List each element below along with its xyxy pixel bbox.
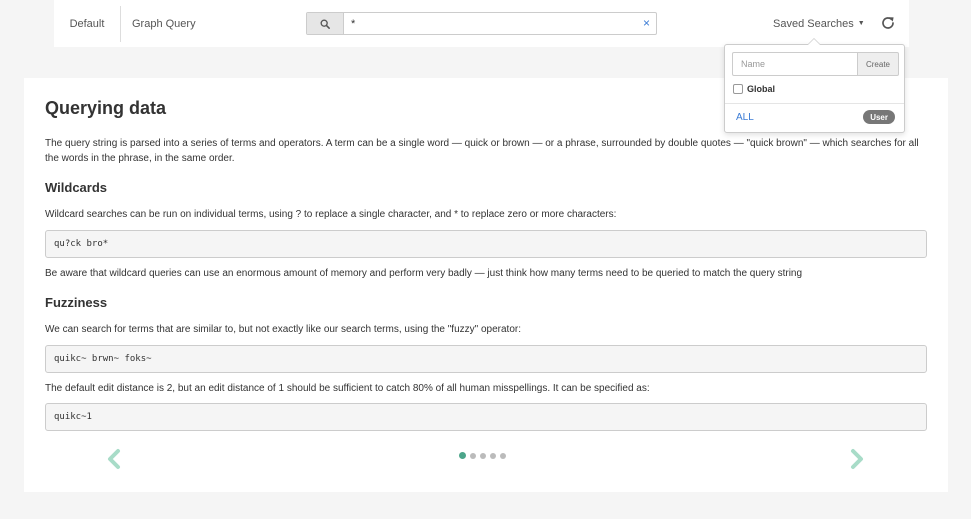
tab-graph-query-label: Graph Query xyxy=(132,17,196,30)
intro-paragraph: The query string is parsed into a series… xyxy=(45,138,919,164)
saved-searches-dropdown: Create Global ALL User xyxy=(724,38,905,133)
fuzziness-heading: Fuzziness xyxy=(45,295,108,310)
fuzziness-code-block-2: quikc~1 xyxy=(45,403,927,431)
dropdown-divider xyxy=(725,103,904,104)
tab-default-label: Default xyxy=(69,17,105,30)
search-button[interactable] xyxy=(307,13,344,34)
wildcards-note: Be aware that wildcard queries can use a… xyxy=(45,268,803,279)
carousel-dot[interactable] xyxy=(500,452,506,459)
saved-searches-label: Saved Searches xyxy=(773,17,854,30)
caret-down-icon: ▼ xyxy=(857,20,865,27)
wildcards-code-block: qu?ck bro* xyxy=(45,230,927,258)
chevron-right-icon[interactable] xyxy=(847,448,867,470)
fuzziness-code-block: quikc~ brwn~ foks~ xyxy=(45,345,927,373)
chevron-left-icon[interactable] xyxy=(104,448,124,470)
dropdown-arrow xyxy=(807,38,821,45)
page-title: Querying data xyxy=(45,98,167,118)
refresh-icon[interactable] xyxy=(880,15,896,31)
search-icon xyxy=(320,19,330,29)
wildcards-text: Wildcard searches can be run on individu… xyxy=(45,209,617,220)
fuzziness-code: quikc~ brwn~ foks~ xyxy=(54,354,152,364)
carousel-dot[interactable] xyxy=(480,452,486,459)
help-card: Querying data The query string is parsed… xyxy=(24,78,948,492)
fuzziness-text: We can search for terms that are similar… xyxy=(45,324,522,335)
search-bar: × xyxy=(306,12,657,35)
saved-search-name-input[interactable] xyxy=(732,52,858,76)
wildcards-heading: Wildcards xyxy=(45,180,108,195)
create-button[interactable]: Create xyxy=(857,52,899,76)
fuzziness-code-2: quikc~1 xyxy=(54,412,92,422)
global-checkbox[interactable] xyxy=(733,84,743,94)
global-label: Global xyxy=(747,84,776,94)
global-option[interactable]: Global xyxy=(733,84,775,94)
user-filter-badge[interactable]: User xyxy=(863,110,895,124)
tab-divider xyxy=(120,6,121,42)
top-bar: Default Graph Query × Saved Searches ▼ xyxy=(54,0,909,47)
tab-graph-query[interactable]: Graph Query xyxy=(132,0,196,47)
carousel-dot[interactable] xyxy=(490,452,496,459)
fuzziness-note: The default edit distance is 2, but an e… xyxy=(45,383,650,394)
create-button-label: Create xyxy=(865,59,890,69)
carousel-dot[interactable] xyxy=(470,452,476,459)
wildcards-code: qu?ck bro* xyxy=(54,239,109,249)
search-input[interactable] xyxy=(351,13,631,34)
carousel-dot[interactable] xyxy=(459,452,466,459)
all-filter-link[interactable]: ALL xyxy=(736,112,754,123)
clear-search-button[interactable]: × xyxy=(643,16,650,30)
carousel-pagination xyxy=(459,452,506,459)
tab-default[interactable]: Default xyxy=(54,0,120,47)
